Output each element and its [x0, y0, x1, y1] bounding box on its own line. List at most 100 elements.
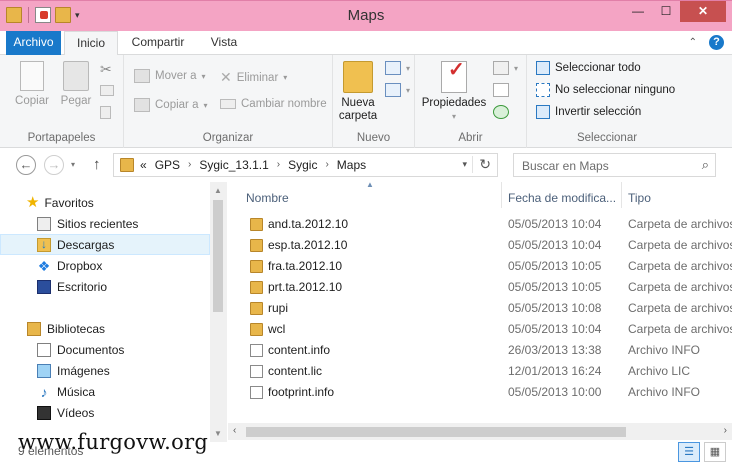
rename-button[interactable]: Cambiar nombre [220, 98, 327, 110]
tab-file[interactable]: Archivo [6, 31, 61, 55]
breadcrumb-maps[interactable]: Maps [337, 158, 366, 172]
breadcrumb-sygic-version[interactable]: Sygic_13.1.1 [199, 158, 268, 172]
horizontal-scrollbar[interactable]: ‹ › [228, 423, 732, 440]
folder-icon [250, 218, 263, 231]
address-bar[interactable]: « GPS › Sygic_13.1.1 › Sygic › Maps ▾ ↻ [113, 153, 498, 177]
table-row[interactable]: esp.ta.2012.10 05/05/2013 10:04 Carpeta de… [246, 235, 732, 256]
refresh-icon[interactable]: ↻ [472, 156, 491, 173]
table-row[interactable]: wcl 05/05/2013 10:04 Carpeta de archivos [246, 319, 732, 340]
sidebar-item-downloads[interactable]: Descargas [0, 234, 210, 255]
sidebar-item-music[interactable]: ♪ Música [0, 381, 210, 402]
column-header-date[interactable]: Fecha de modifica... [508, 187, 616, 209]
large-icons-view-icon[interactable]: ▦ [704, 442, 726, 462]
help-icon[interactable]: ? [709, 35, 724, 50]
scroll-right-icon[interactable]: › [724, 425, 727, 436]
file-date: 05/05/2013 10:04 [508, 322, 602, 336]
breadcrumb: « GPS › Sygic_13.1.1 › Sygic › Maps [140, 158, 366, 172]
table-row[interactable]: content.lic 12/01/2013 16:24 Archivo LIC [246, 361, 732, 382]
move-to-button[interactable]: Mover a ▾ [134, 69, 206, 83]
maximize-button[interactable]: ☐ [652, 1, 680, 22]
breadcrumb-sygic[interactable]: Sygic [288, 158, 317, 172]
tab-share[interactable]: Compartir [124, 31, 192, 55]
folder-icon [250, 323, 263, 336]
sidebar-item-dropbox[interactable]: ❖ Dropbox [0, 255, 210, 276]
sidebar-item-recent[interactable]: Sitios recientes [0, 213, 210, 234]
select-none-button[interactable]: No seleccionar ninguno [536, 83, 675, 97]
chevron-right-icon[interactable]: › [325, 158, 328, 172]
downloads-icon [37, 237, 51, 252]
sidebar-item-images[interactable]: Imágenes [0, 360, 210, 381]
details-view-icon[interactable]: ☰ [678, 442, 700, 462]
edit-icon[interactable] [493, 83, 509, 97]
file-icon [250, 386, 263, 399]
cut-icon[interactable]: ✂ [100, 61, 112, 78]
breadcrumb-gps[interactable]: GPS [155, 158, 180, 172]
column-divider[interactable] [501, 182, 502, 208]
column-divider[interactable] [621, 182, 622, 208]
easy-access-icon[interactable]: ▾ [385, 83, 410, 97]
sidebar-item-documents[interactable]: Documentos [0, 339, 210, 360]
column-header-type[interactable]: Tipo [628, 187, 651, 209]
new-folder-button[interactable]: Nueva carpeta [337, 61, 379, 123]
new-folder-label-line1: Nueva [341, 97, 375, 109]
tab-view[interactable]: Vista [198, 31, 250, 55]
open-group-label: Abrir [458, 132, 483, 144]
breadcrumb-overflow[interactable]: « [140, 158, 147, 172]
sidebar-item-favorites[interactable]: ★ Favoritos [0, 192, 210, 213]
select-all-button[interactable]: Seleccionar todo [536, 61, 641, 75]
address-row: ← → ▾ ↑ « GPS › Sygic_13.1.1 › Sygic › M… [0, 148, 732, 182]
sidebar-item-desktop[interactable]: Escritorio [0, 276, 210, 297]
close-button[interactable]: ✕ [680, 1, 726, 22]
file-icon [250, 365, 263, 378]
copy-to-button[interactable]: Copiar a ▾ [134, 98, 207, 112]
table-row[interactable]: prt.ta.2012.10 05/05/2013 10:05 Carpeta de… [246, 277, 732, 298]
recent-locations-chevron-icon[interactable]: ▾ [71, 160, 75, 169]
chevron-right-icon[interactable]: › [188, 158, 191, 172]
select-none-label: No seleccionar ninguno [555, 84, 676, 96]
file-date: 05/05/2013 10:08 [508, 301, 602, 315]
chevron-right-icon[interactable]: › [277, 158, 280, 172]
table-row[interactable]: and.ta.2012.10 05/05/2013 10:04 Carpeta de… [246, 214, 732, 235]
scrollbar-thumb[interactable] [246, 427, 626, 437]
up-arrow-icon[interactable]: ↑ [93, 156, 101, 173]
scrollbar-thumb[interactable] [213, 200, 223, 312]
paste-button[interactable]: Pegar [56, 61, 96, 108]
delete-button[interactable]: ✕ Eliminar ▾ [220, 69, 287, 86]
navigation-scrollbar[interactable]: ▲ ▼ [210, 182, 227, 442]
file-date: 05/05/2013 10:00 [508, 385, 602, 399]
chevron-down-icon: ▾ [451, 112, 456, 121]
copy-to-icon [134, 98, 150, 112]
scroll-left-icon[interactable]: ‹ [233, 425, 236, 436]
history-icon[interactable] [493, 105, 509, 119]
select-none-icon [536, 83, 550, 97]
sidebar-item-label: Vídeos [57, 405, 95, 420]
table-row[interactable]: footprint.info 05/05/2013 10:00 Archivo IN… [246, 382, 732, 403]
minimize-button[interactable]: — [624, 1, 652, 22]
address-chevron-down-icon[interactable]: ▾ [462, 159, 467, 170]
minimize-ribbon-chevron-icon[interactable]: ⌃ [689, 37, 697, 48]
scroll-down-icon[interactable]: ▼ [214, 429, 222, 438]
copy-button[interactable]: Copiar [12, 61, 52, 108]
table-row[interactable]: fra.ta.2012.10 05/05/2013 10:05 Carpeta de… [246, 256, 732, 277]
sidebar-item-videos[interactable]: Vídeos [0, 402, 210, 423]
invert-selection-button[interactable]: Invertir selección [536, 105, 641, 119]
search-input[interactable]: Buscar en Maps ⌕ [513, 153, 716, 177]
sidebar-item-label: Imágenes [57, 363, 110, 378]
column-header-name[interactable]: Nombre [246, 187, 289, 209]
search-icon[interactable]: ⌕ [702, 157, 709, 173]
file-name: wcl [268, 322, 286, 336]
paste-shortcut-icon[interactable] [100, 106, 111, 119]
folder-icon [250, 302, 263, 315]
sidebar-item-libraries[interactable]: Bibliotecas [0, 318, 210, 339]
copy-path-icon[interactable] [100, 85, 114, 96]
new-item-icon[interactable]: ▾ [385, 61, 410, 75]
properties-button[interactable]: Propiedades ▾ [421, 61, 487, 123]
tab-home[interactable]: Inicio [64, 31, 118, 56]
table-row[interactable]: content.info 26/03/2013 13:38 Archivo INFO [246, 340, 732, 361]
scroll-up-icon[interactable]: ▲ [214, 186, 222, 195]
forward-button[interactable]: → [44, 155, 64, 175]
copy-icon [20, 61, 44, 91]
back-button[interactable]: ← [16, 155, 36, 175]
table-row[interactable]: rupi 05/05/2013 10:08 Carpeta de archivos [246, 298, 732, 319]
open-icon[interactable]: ▾ [493, 61, 518, 75]
